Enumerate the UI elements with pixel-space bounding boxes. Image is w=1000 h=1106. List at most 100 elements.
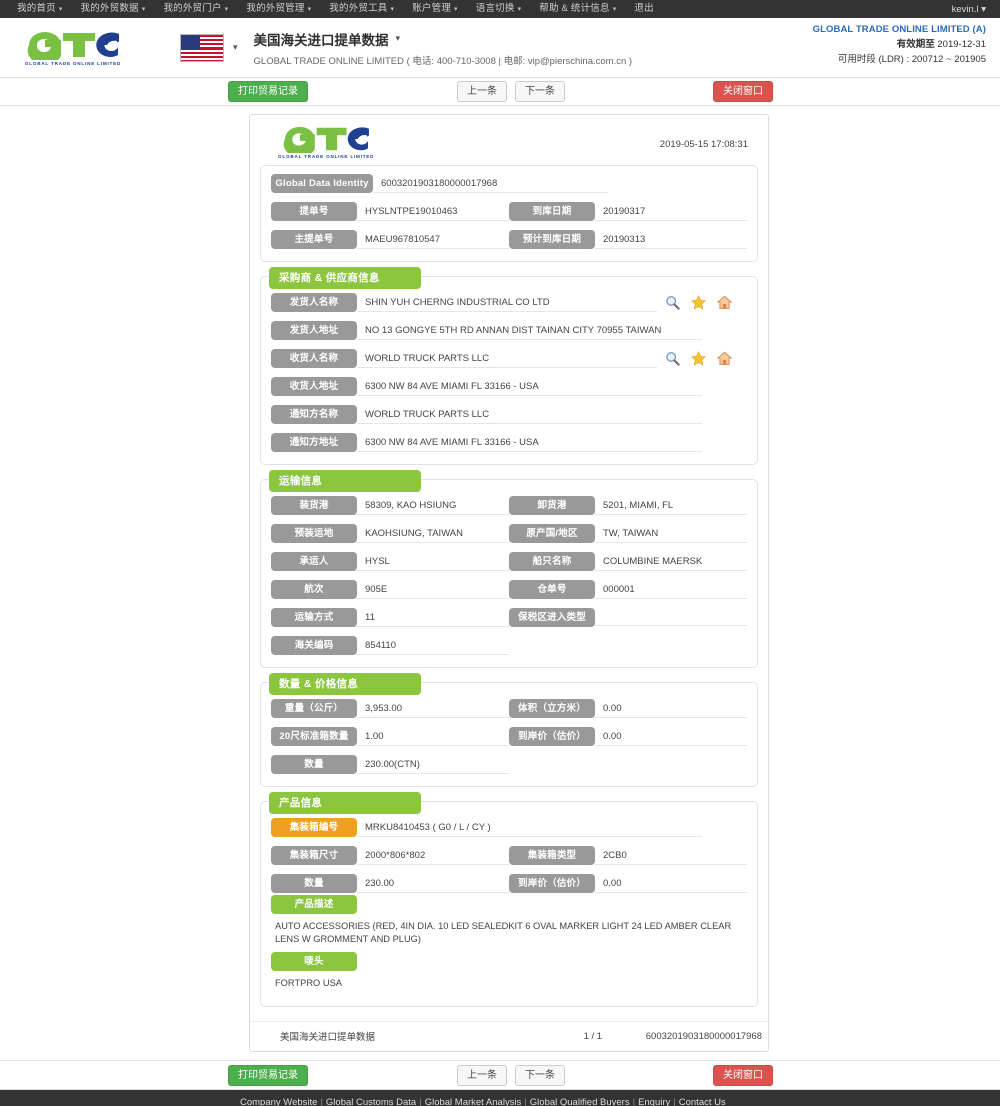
next-record-button[interactable]: 下一条	[515, 81, 565, 102]
toolbar-bottom: 打印贸易记录 上一条 下一条 关闭窗口	[0, 1060, 1000, 1090]
document-footer: 美国海关进口提单数据 1 / 1 6003201903180000017968	[250, 1021, 768, 1051]
field-value: 0.00	[595, 700, 747, 718]
field-label: 原产国/地区	[509, 524, 595, 543]
field-cell: 航次 905E	[271, 580, 509, 599]
star-icon[interactable]	[691, 351, 706, 366]
field-value: 5201, MIAMI, FL	[595, 497, 747, 515]
product-description-text: AUTO ACCESSORIES (RED, 4IN DIA. 10 LED S…	[275, 921, 732, 944]
topnav-item-8[interactable]: 退出	[625, 0, 662, 19]
field-value	[595, 609, 747, 626]
field-value: SHIN YUH CHERNG INDUSTRIAL CO LTD	[357, 294, 657, 312]
chevron-down-icon: ▾	[454, 5, 458, 13]
print-record-button[interactable]: 打印贸易记录	[228, 81, 308, 102]
field-value: 20190313	[595, 231, 747, 249]
field-label: 重量（公斤）	[271, 699, 357, 718]
topnav-item-5[interactable]: 账户管理 ▾	[403, 0, 467, 19]
field-cell: 提单号 HYSLNTPE19010463	[271, 202, 509, 221]
field-label: 到岸价（估价）	[509, 874, 595, 893]
field-label: 通知方地址	[271, 433, 357, 452]
field-label: 数量	[271, 755, 357, 774]
field-label: 运输方式	[271, 608, 357, 627]
previous-record-button[interactable]: 上一条	[457, 81, 507, 102]
field-cell: 承运人 HYSL	[271, 552, 509, 571]
topnav-item-1[interactable]: 我的外贸数据 ▾	[72, 0, 155, 19]
topnav-item-4[interactable]: 我的外贸工具 ▾	[320, 0, 403, 19]
user-name: kevin.l	[951, 3, 979, 15]
party-row: 发货人地址 NO 13 GONGYE 5TH RD ANNAN DIST TAIN…	[271, 321, 747, 340]
footer-separator: |	[320, 1096, 323, 1106]
gto-logo-mark	[27, 31, 119, 60]
document-logo-subtitle: GLOBAL TRADE ONLINE LIMITED	[278, 154, 375, 159]
chevron-down-icon: ▾	[517, 5, 522, 13]
country-selector[interactable]: ▾	[180, 33, 238, 62]
field-value: 0.00	[595, 728, 747, 746]
search-icon[interactable]	[665, 295, 680, 310]
topnav-item-0[interactable]: 我的首页 ▾	[8, 0, 72, 19]
field-label: 集装箱尺寸	[271, 846, 357, 865]
field-row: 航次 905E 仓单号 000001	[271, 580, 747, 599]
next-record-button-bottom[interactable]: 下一条	[515, 1064, 565, 1086]
field-value: 11	[357, 609, 509, 627]
print-record-button-bottom[interactable]: 打印贸易记录	[228, 1064, 308, 1086]
footer-link-4[interactable]: Enquiry	[638, 1097, 670, 1106]
topnav-item-label: 账户管理	[412, 2, 452, 14]
topnav-item-label: 我的外贸门户	[163, 2, 222, 14]
field-cell: 预装运地 KAOHSIUNG, TAIWAN	[271, 524, 509, 543]
home-icon[interactable]	[717, 351, 732, 366]
identity-card: Global Data Identity 6003201903180000017…	[260, 165, 758, 262]
field-cell: 保税区进入类型	[509, 608, 747, 627]
previous-record-button-bottom[interactable]: 上一条	[457, 1064, 507, 1086]
footer-link-1[interactable]: Global Customs Data	[326, 1097, 416, 1106]
field-label: 收货人名称	[271, 349, 357, 368]
field-row: 数量 230.00 到岸价（估价） 0.00	[271, 874, 747, 893]
ldr-value: 200712 ~ 201905	[911, 54, 986, 65]
validity-value: 2019-12-31	[937, 39, 986, 50]
field-cell: 重量（公斤） 3,953.00	[271, 699, 509, 718]
field-cell: 到库日期 20190317	[509, 202, 747, 221]
topnav-item-7[interactable]: 帮助 & 统计信息 ▾	[530, 0, 625, 19]
field-row: 运输方式 11 保税区进入类型	[271, 608, 747, 627]
topnav-item-label: 帮助 & 统计信息	[539, 2, 610, 14]
home-icon[interactable]	[717, 295, 732, 310]
field-value: NO 13 GONGYE 5TH RD ANNAN DIST TAINAN CI…	[357, 322, 702, 340]
footer-link-0[interactable]: Company Website	[240, 1097, 317, 1106]
validity-label: 有效期至	[896, 39, 935, 50]
field-row: 装货港 58309, KAO HSIUNG 卸货港 5201, MIAMI, FL	[271, 496, 747, 515]
account-validity: 有效期至 2019-12-31	[813, 37, 986, 52]
page-title: 美国海关进口提单数据	[253, 32, 389, 48]
field-label: 发货人名称	[271, 293, 357, 312]
chevron-down-icon[interactable]: ▾	[396, 33, 401, 44]
account-ldr: 可用时段 (LDR) : 200712 ~ 201905	[813, 52, 986, 67]
marks-text: FORTPRO USA	[275, 978, 342, 988]
close-window-button-bottom[interactable]: 关闭窗口	[713, 1064, 773, 1086]
field-cell: 海关编码 854110	[271, 636, 509, 655]
footer-link-5[interactable]: Contact Us	[679, 1097, 726, 1106]
field-row: 20尺标准箱数量 1.00 到岸价（估价） 0.00	[271, 727, 747, 746]
topnav-item-3[interactable]: 我的外贸管理 ▾	[237, 0, 320, 19]
gto-logo[interactable]: GLOBAL TRADE ONLINE LIMITED	[14, 30, 132, 66]
field-value: MAEU967810547	[357, 231, 509, 249]
user-menu[interactable]: kevin.l ▾	[952, 4, 986, 15]
field-value: WORLD TRUCK PARTS LLC	[357, 406, 702, 424]
footer-link-3[interactable]: Global Qualified Buyers	[530, 1097, 630, 1106]
topnav-item-label: 退出	[634, 2, 654, 14]
topnav-item-6[interactable]: 语言切换 ▾	[467, 0, 531, 19]
field-value: 1.00	[357, 728, 509, 746]
field-label: 装货港	[271, 496, 357, 515]
chevron-down-icon: ▾	[233, 42, 238, 52]
field-value: 6300 NW 84 AVE MIAMI FL 33166 - USA	[357, 378, 702, 396]
star-icon[interactable]	[691, 295, 706, 310]
topnav-item-2[interactable]: 我的外贸门户 ▾	[154, 0, 237, 19]
field-label: 数量	[271, 874, 357, 893]
footer-link-2[interactable]: Global Market Analysis	[425, 1097, 522, 1106]
document-logo: GLOBAL TRADE ONLINE LIMITED	[278, 125, 374, 159]
party-row: 收货人名称 WORLD TRUCK PARTS LLC	[271, 349, 747, 368]
account-info: GLOBAL TRADE ONLINE LIMITED (A) 有效期至 201…	[813, 22, 986, 67]
field-cell: 装货港 58309, KAO HSIUNG	[271, 496, 509, 515]
party-row: 收货人地址 6300 NW 84 AVE MIAMI FL 33166 - USA	[271, 377, 747, 396]
field-value: 58309, KAO HSIUNG	[357, 497, 509, 515]
search-icon[interactable]	[665, 351, 680, 366]
topnav-item-label: 我的首页	[17, 2, 56, 14]
close-window-button[interactable]: 关闭窗口	[713, 81, 773, 102]
field-cell: 数量 230.00	[271, 874, 509, 893]
